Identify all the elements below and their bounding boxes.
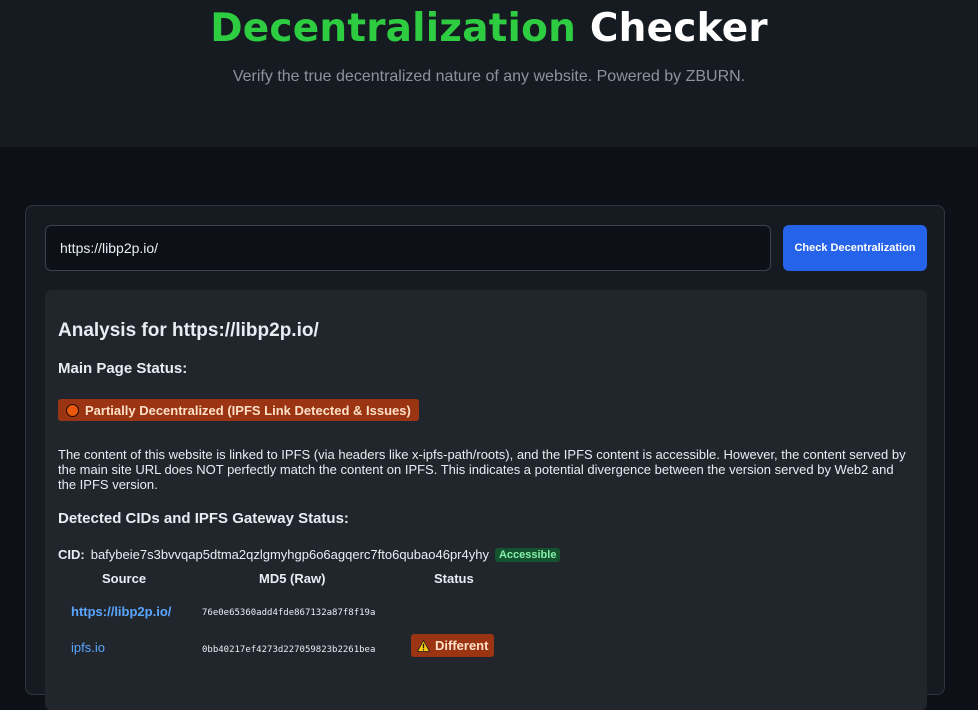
- orange-circle-icon: [66, 403, 79, 417]
- decentralization-status-badge: Partially Decentralized (IPFS Link Detec…: [58, 399, 419, 421]
- analysis-description: The content of this website is linked to…: [58, 447, 906, 492]
- warning-icon: [417, 639, 430, 652]
- table-header-status: Status: [434, 571, 474, 586]
- cid-label: CID:: [58, 547, 85, 562]
- page-title-accent: Decentralization: [210, 6, 577, 51]
- page-subtitle: Verify the true decentralized nature of …: [232, 68, 746, 85]
- checker-card: Check Decentralization Analysis for http…: [25, 205, 945, 710]
- cid-value: bafybeie7s3bvvqap5dtma2qzlgmyhgp6o6agqer…: [90, 547, 489, 562]
- url-input[interactable]: [45, 225, 771, 271]
- table-row-source-link[interactable]: https://libp2p.io/: [71, 604, 171, 619]
- table-header-md5: MD5 (Raw): [259, 571, 326, 586]
- different-status-badge: Different: [411, 634, 495, 657]
- status-badge-label: Partially Decentralized (IPFS Link Detec…: [85, 402, 411, 418]
- accessible-badge: Accessible: [494, 547, 561, 562]
- table-row-source-link[interactable]: ipfs.io: [71, 640, 105, 655]
- table-row-md5: 0bb40217ef4273d227059823b2261bea: [202, 645, 376, 655]
- analysis-title: Analysis for https://libp2p.io/: [58, 320, 319, 341]
- different-status-label: Different: [435, 638, 489, 653]
- check-decentralization-button[interactable]: Check Decentralization: [783, 225, 927, 271]
- cid-line: CID: bafybeie7s3bvvqap5dtma2qzlgmyhgp6o6…: [58, 547, 561, 562]
- hero-header: Decentralization Checker Verify the true…: [0, 0, 978, 147]
- cids-heading: Detected CIDs and IPFS Gateway Status:: [58, 510, 349, 527]
- table-header-source: Source: [102, 571, 147, 586]
- table-row-md5: 76e0e65360add4fde867132a87f8f19a: [202, 608, 376, 618]
- page-title-rest: Checker: [589, 6, 768, 51]
- analysis-result-panel: Analysis for https://libp2p.io/ Main Pag…: [45, 290, 927, 710]
- main-page-status-heading: Main Page Status:: [58, 360, 188, 377]
- page-title: Decentralization Checker: [0, 6, 978, 51]
